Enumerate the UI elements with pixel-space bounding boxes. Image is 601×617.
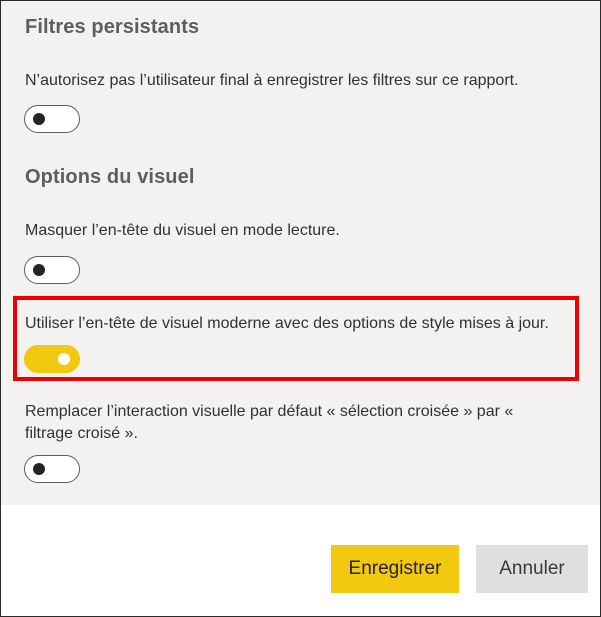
save-button[interactable]: Enregistrer [331,545,459,593]
cross-filter-description: Remplacer l’interaction visuelle par déf… [25,403,514,442]
toggle-knob [33,463,45,475]
modern-visual-header-toggle[interactable] [24,345,80,373]
hide-visual-header-description: Masquer l’en-tête du visuel en mode lect… [25,222,340,239]
cross-filter-toggle[interactable] [24,455,80,483]
persistent-filters-toggle[interactable] [24,105,80,133]
persistent-filters-description: N’autorisez pas l’utilisateur final à en… [25,72,519,89]
cancel-button[interactable]: Annuler [476,545,588,593]
highlight-box [13,296,579,381]
persistent-filters-title: Filtres persistants [25,16,200,38]
modern-visual-header-description: Utiliser l’en-tête de visuel moderne ave… [25,315,549,332]
toggle-knob [58,353,70,365]
hide-visual-header-toggle[interactable] [24,256,80,284]
visual-options-title: Options du visuel [25,166,195,188]
toggle-knob [33,113,45,125]
toggle-knob [33,264,45,276]
settings-dialog: Filtres persistants N’autorisez pas l’ut… [0,0,601,617]
settings-panel: Filtres persistants N’autorisez pas l’ut… [1,1,600,505]
